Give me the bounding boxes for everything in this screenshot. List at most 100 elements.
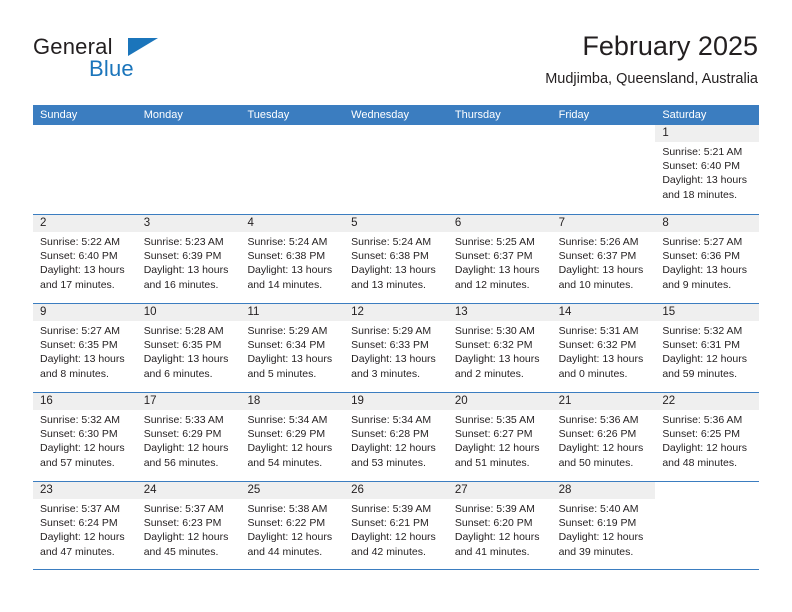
day-detail-line: Daylight: 13 hours xyxy=(454,353,540,366)
day-cell-20[interactable]: 20 Sunrise: 5:35 AM Sunset: 6:27 PM Dayligh… xyxy=(447,393,552,481)
day-detail-line: and 48 minutes. xyxy=(662,456,738,469)
location-subtitle: Mudjimba, Queensland, Australia xyxy=(545,71,758,87)
day-cell-28[interactable]: 28 Sunrise: 5:40 AM Sunset: 6:19 PM Dayligh… xyxy=(551,482,656,569)
day-detail-line: Sunset: 6:25 PM xyxy=(662,428,740,441)
day-cell-17[interactable]: 17 Sunrise: 5:33 AM Sunset: 6:29 PM Dayligh… xyxy=(136,393,241,481)
calendar-week-row: 23 Sunrise: 5:37 AM Sunset: 6:24 PM Dayligh… xyxy=(33,481,760,570)
day-details: Sunrise: 5:23 AM Sunset: 6:39 PM Daylight:… xyxy=(137,232,241,292)
day-number-band: 17 xyxy=(136,393,241,410)
day-detail-line: Sunrise: 5:26 AM xyxy=(558,236,639,248)
day-detail-line: and 42 minutes. xyxy=(351,545,426,558)
day-detail-line: Daylight: 13 hours xyxy=(247,353,333,366)
day-cell-8[interactable]: 8 Sunrise: 5:27 AM Sunset: 6:36 PM Daylight… xyxy=(655,215,760,303)
day-number-band: 7 xyxy=(551,215,656,232)
day-cell-4[interactable]: 4 Sunrise: 5:24 AM Sunset: 6:38 PM Daylight… xyxy=(240,215,345,303)
day-cell-5[interactable]: 5 Sunrise: 5:24 AM Sunset: 6:38 PM Daylight… xyxy=(344,215,448,303)
day-details: Sunrise: 5:30 AM Sunset: 6:32 PM Daylight:… xyxy=(448,321,552,381)
day-detail-line: Sunset: 6:32 PM xyxy=(558,339,637,352)
weekday-header-saturday: Saturday xyxy=(662,109,707,121)
day-detail-line: Daylight: 12 hours xyxy=(558,531,644,544)
day-number xyxy=(33,125,137,126)
day-detail-line: Sunset: 6:27 PM xyxy=(454,428,533,441)
day-detail-line: Daylight: 12 hours xyxy=(40,531,125,544)
day-details: Sunrise: 5:22 AM Sunset: 6:40 PM Daylight:… xyxy=(33,232,137,292)
weekday-header-sunday: Sunday xyxy=(40,109,78,121)
day-detail-line: Sunrise: 5:22 AM xyxy=(40,236,120,248)
day-number-band: 15 xyxy=(655,304,760,321)
day-cell-18[interactable]: 18 Sunrise: 5:34 AM Sunset: 6:29 PM Dayligh… xyxy=(240,393,345,481)
day-detail-line: Sunset: 6:23 PM xyxy=(143,517,222,530)
day-number: 23 xyxy=(40,484,53,496)
day-detail-line: Daylight: 12 hours xyxy=(454,531,540,544)
day-number-band: 20 xyxy=(447,393,552,410)
day-cell-6[interactable]: 6 Sunrise: 5:25 AM Sunset: 6:37 PM Daylight… xyxy=(447,215,552,303)
day-number-band: 10 xyxy=(136,304,241,321)
day-cell-1[interactable]: 1 Sunrise: 5:21 AM Sunset: 6:40 PM Daylight… xyxy=(655,125,760,214)
day-detail-line: Sunset: 6:22 PM xyxy=(247,517,326,530)
day-cell-25[interactable]: 25 Sunrise: 5:38 AM Sunset: 6:22 PM Dayligh… xyxy=(240,482,345,569)
day-cell-24[interactable]: 24 Sunrise: 5:37 AM Sunset: 6:23 PM Dayligh… xyxy=(136,482,241,569)
day-detail-line: Daylight: 13 hours xyxy=(662,264,747,277)
day-detail-line: Sunrise: 5:34 AM xyxy=(247,414,328,426)
day-cell-13[interactable]: 13 Sunrise: 5:30 AM Sunset: 6:32 PM Dayligh… xyxy=(447,304,552,392)
day-detail-line: Sunrise: 5:38 AM xyxy=(247,503,328,515)
day-number-band: 2 xyxy=(33,215,137,232)
day-detail-line: Sunrise: 5:31 AM xyxy=(558,325,639,337)
day-detail-line: Sunrise: 5:24 AM xyxy=(247,236,328,248)
day-number: 8 xyxy=(662,217,669,229)
day-number: 14 xyxy=(558,306,572,318)
day-cell-16[interactable]: 16 Sunrise: 5:32 AM Sunset: 6:30 PM Dayligh… xyxy=(33,393,137,481)
day-detail-line: Sunset: 6:36 PM xyxy=(662,250,740,263)
day-detail-line: Daylight: 13 hours xyxy=(558,353,644,366)
day-detail-line: Sunset: 6:37 PM xyxy=(454,250,533,263)
day-cell-7[interactable]: 7 Sunrise: 5:26 AM Sunset: 6:37 PM Daylight… xyxy=(551,215,656,303)
day-number-band: 9 xyxy=(33,304,137,321)
day-cell-26[interactable]: 26 Sunrise: 5:39 AM Sunset: 6:21 PM Dayligh… xyxy=(344,482,448,569)
day-detail-line: Sunset: 6:28 PM xyxy=(351,428,429,441)
day-number: 5 xyxy=(351,217,358,229)
day-cell-11[interactable]: 11 Sunrise: 5:29 AM Sunset: 6:34 PM Dayligh… xyxy=(240,304,345,392)
day-cell-22[interactable]: 22 Sunrise: 5:36 AM Sunset: 6:25 PM Dayligh… xyxy=(655,393,760,481)
day-number-band: 26 xyxy=(344,482,448,499)
day-detail-line: Daylight: 13 hours xyxy=(143,264,229,277)
day-cell-15[interactable]: 15 Sunrise: 5:32 AM Sunset: 6:31 PM Dayligh… xyxy=(655,304,760,392)
day-number-band: 27 xyxy=(447,482,552,499)
day-cell-23[interactable]: 23 Sunrise: 5:37 AM Sunset: 6:24 PM Dayligh… xyxy=(33,482,137,569)
day-number: 11 xyxy=(247,306,260,318)
day-number: 17 xyxy=(143,395,157,407)
day-cell-10[interactable]: 10 Sunrise: 5:28 AM Sunset: 6:35 PM Dayligh… xyxy=(136,304,241,392)
day-number: 25 xyxy=(247,484,261,496)
day-details: Sunrise: 5:31 AM Sunset: 6:32 PM Daylight:… xyxy=(552,321,656,381)
day-cell-3[interactable]: 3 Sunrise: 5:23 AM Sunset: 6:39 PM Daylight… xyxy=(136,215,241,303)
general-blue-logo[interactable]: General Blue xyxy=(33,34,233,90)
day-cell-empty xyxy=(447,125,552,214)
day-details: Sunrise: 5:24 AM Sunset: 6:38 PM Daylight:… xyxy=(344,232,448,292)
day-number xyxy=(655,482,759,483)
day-number-band: 19 xyxy=(344,393,448,410)
day-number-band: 12 xyxy=(344,304,448,321)
day-details: Sunrise: 5:39 AM Sunset: 6:20 PM Daylight:… xyxy=(448,499,552,559)
day-cell-2[interactable]: 2 Sunrise: 5:22 AM Sunset: 6:40 PM Daylight… xyxy=(33,215,137,303)
day-cell-empty xyxy=(33,125,137,214)
day-cell-21[interactable]: 21 Sunrise: 5:36 AM Sunset: 6:26 PM Dayligh… xyxy=(551,393,656,481)
day-cell-19[interactable]: 19 Sunrise: 5:34 AM Sunset: 6:28 PM Dayligh… xyxy=(344,393,448,481)
calendar-week-row: 9 Sunrise: 5:27 AM Sunset: 6:35 PM Daylight… xyxy=(33,303,760,392)
day-details: Sunrise: 5:34 AM Sunset: 6:29 PM Daylight:… xyxy=(240,410,344,470)
day-detail-line: and 54 minutes. xyxy=(247,456,323,469)
day-cell-12[interactable]: 12 Sunrise: 5:29 AM Sunset: 6:33 PM Dayligh… xyxy=(344,304,448,392)
day-details: Sunrise: 5:37 AM Sunset: 6:24 PM Daylight:… xyxy=(33,499,137,559)
day-detail-line: Sunrise: 5:33 AM xyxy=(143,414,224,426)
day-detail-line: and 5 minutes. xyxy=(247,367,317,380)
day-cell-27[interactable]: 27 Sunrise: 5:39 AM Sunset: 6:20 PM Dayligh… xyxy=(447,482,552,569)
day-details: Sunrise: 5:35 AM Sunset: 6:27 PM Daylight:… xyxy=(448,410,552,470)
day-number: 24 xyxy=(143,484,157,496)
day-cell-14[interactable]: 14 Sunrise: 5:31 AM Sunset: 6:32 PM Dayligh… xyxy=(551,304,656,392)
calendar-week-row: 16 Sunrise: 5:32 AM Sunset: 6:30 PM Dayligh… xyxy=(33,392,760,481)
day-cell-9[interactable]: 9 Sunrise: 5:27 AM Sunset: 6:35 PM Daylight… xyxy=(33,304,137,392)
day-detail-line: and 56 minutes. xyxy=(143,456,219,469)
day-detail-line: Sunrise: 5:39 AM xyxy=(351,503,432,515)
day-detail-line: Daylight: 13 hours xyxy=(40,264,125,277)
day-detail-line: and 16 minutes. xyxy=(143,278,219,291)
day-number-band: 18 xyxy=(240,393,345,410)
day-detail-line: Sunset: 6:37 PM xyxy=(558,250,637,263)
